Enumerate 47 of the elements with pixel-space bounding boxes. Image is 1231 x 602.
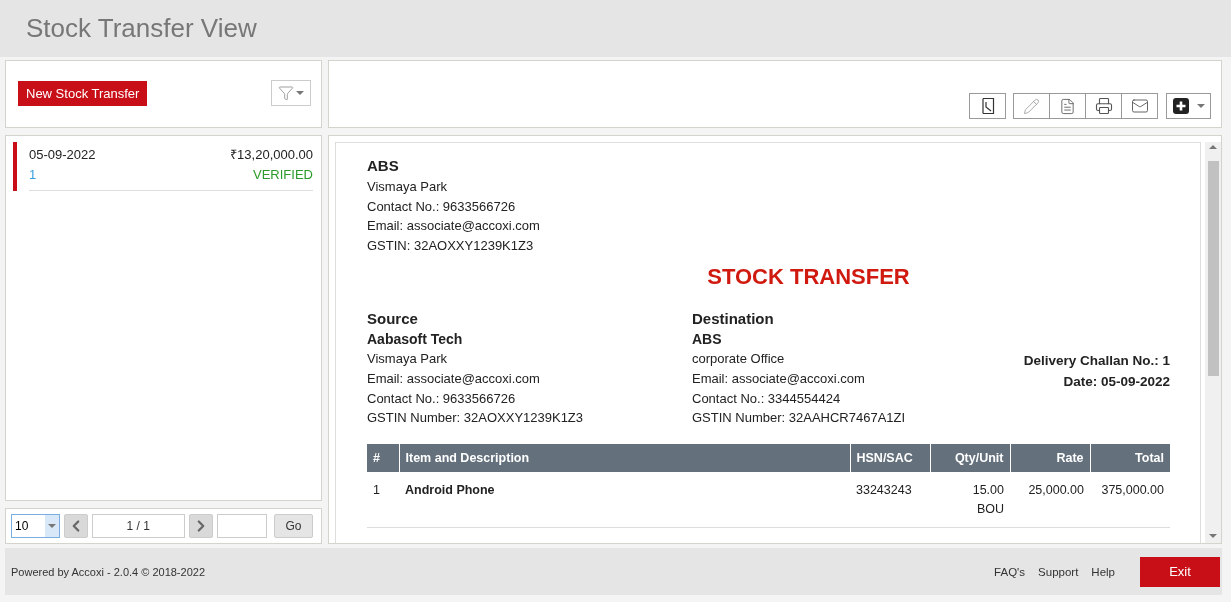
table-cell: 375,000.00	[1090, 471, 1170, 528]
table-cell: 25,000.00	[1010, 471, 1090, 528]
go-button[interactable]: Go	[273, 514, 313, 538]
table-cell: 15.00 BOU	[930, 471, 1010, 528]
party-detail: Email: associate@accoxi.com	[692, 369, 866, 388]
party-heading: Source	[367, 310, 419, 328]
party-detail: Email: associate@accoxi.com	[367, 369, 541, 388]
company-detail: Vismaya Park	[367, 178, 448, 196]
party-detail: Contact No.: 9633566726	[367, 389, 517, 408]
status-label: VERIFIED	[253, 166, 313, 184]
party-name: ABS	[692, 331, 723, 348]
company-detail: Contact No.: 9633566726	[367, 197, 517, 216]
column-header: Rate	[1010, 443, 1090, 472]
transfer-amount: ₹13,20,000.00	[230, 146, 313, 164]
transfer-list-item[interactable]: 05-09-2022 ₹13,20,000.00 1 VERIFIED	[13, 142, 314, 191]
new-stock-transfer-button[interactable]: New Stock Transfer	[18, 80, 148, 106]
challan-detail: Date: 05-09-2022	[1062, 372, 1170, 391]
page-size-select[interactable]: 10	[11, 514, 60, 538]
column-header: Item and Description	[399, 443, 850, 472]
party-heading: Destination	[692, 310, 775, 328]
footer-link[interactable]: FAQ's	[994, 565, 1026, 578]
party-detail: Vismaya Park	[367, 350, 448, 369]
transfer-number: 1	[29, 166, 37, 184]
page-indicator: 1 / 1	[91, 514, 185, 538]
party-detail: Contact No.: 3344554424	[692, 389, 842, 408]
table-cell: Android Phone	[399, 471, 850, 528]
party-detail: GSTIN Number: 32AOXXY1239K1Z3	[367, 409, 585, 428]
footer-link[interactable]: Support	[1038, 565, 1079, 578]
footer-link[interactable]: Help	[1091, 565, 1115, 578]
party-detail: GSTIN Number: 32AAHCR7467A1ZI	[692, 409, 907, 428]
party-name: Aabasoft Tech	[367, 331, 464, 348]
company-detail: GSTIN: 32AOXXY1239K1Z3	[367, 236, 535, 255]
exit-button[interactable]: Exit	[1140, 556, 1220, 587]
table-cell: 1	[367, 471, 399, 528]
challan-detail: Delivery Challan No.: 1	[1022, 351, 1170, 370]
column-header: Total	[1090, 443, 1170, 472]
column-header: HSN/SAC	[850, 443, 930, 472]
company-name: ABS	[367, 157, 400, 174]
transfer-date: 05-09-2022	[29, 146, 96, 164]
column-header: #	[367, 443, 399, 472]
powered-by-text: Powered by Accoxi - 2.0.4 © 2018-2022	[11, 565, 206, 578]
document-title: STOCK TRANSFER	[706, 264, 911, 291]
page-title: Stock Transfer View	[26, 13, 257, 44]
table-cell: 33243243	[850, 471, 930, 528]
company-detail: Email: associate@accoxi.com	[367, 217, 541, 236]
column-header: Qty/Unit	[930, 443, 1010, 472]
party-detail: corporate Office	[692, 350, 786, 369]
